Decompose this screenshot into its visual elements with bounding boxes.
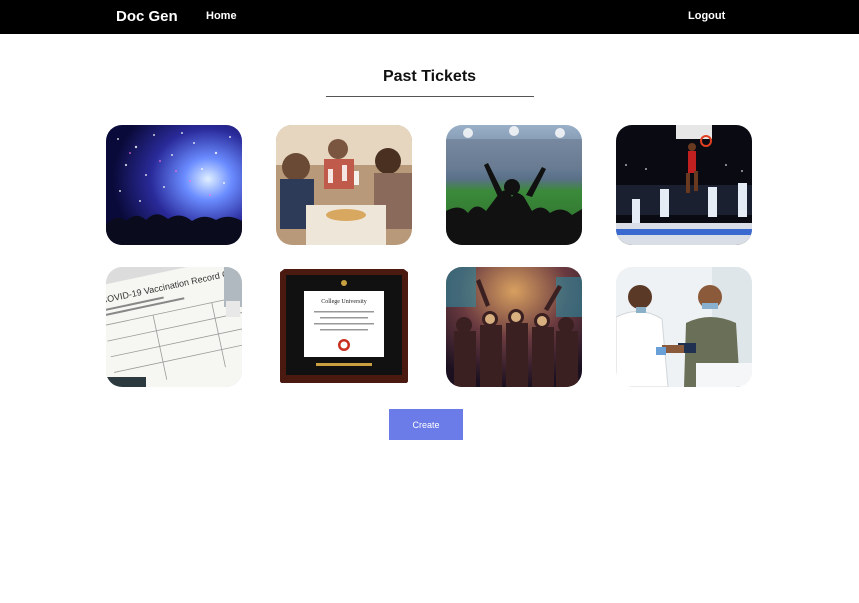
nightclub-image: [446, 267, 582, 387]
vaccination-card-image: COVID-19 Vaccination Record Card: [106, 267, 242, 387]
diploma-image: College University: [276, 267, 412, 387]
ticket-tile-basketball[interactable]: [616, 125, 752, 245]
ticket-tile-vaccination-card[interactable]: COVID-19 Vaccination Record Card: [106, 267, 242, 387]
ticket-tile-stadium[interactable]: [446, 125, 582, 245]
create-button[interactable]: Create: [389, 409, 463, 440]
diploma-heading: College University: [321, 299, 367, 305]
doctor-image: [616, 267, 752, 387]
brand-link[interactable]: Doc Gen: [116, 8, 178, 25]
top-navbar: Doc Gen Home Logout: [0, 0, 859, 34]
concert-image: [106, 125, 242, 245]
nav-logout-link[interactable]: Logout: [688, 10, 725, 22]
basketball-image: [616, 125, 752, 245]
page-title: Past Tickets: [382, 68, 477, 85]
ticket-tile-dinner[interactable]: [276, 125, 412, 245]
ticket-tile-concert[interactable]: [106, 125, 242, 245]
stadium-image: [446, 125, 582, 245]
ticket-tile-doctor[interactable]: [616, 267, 752, 387]
ticket-tile-nightclub[interactable]: [446, 267, 582, 387]
title-divider: [326, 96, 534, 97]
dinner-image: [276, 125, 412, 245]
ticket-tile-diploma[interactable]: College University: [276, 267, 412, 387]
nav-home-link[interactable]: Home: [206, 10, 237, 22]
